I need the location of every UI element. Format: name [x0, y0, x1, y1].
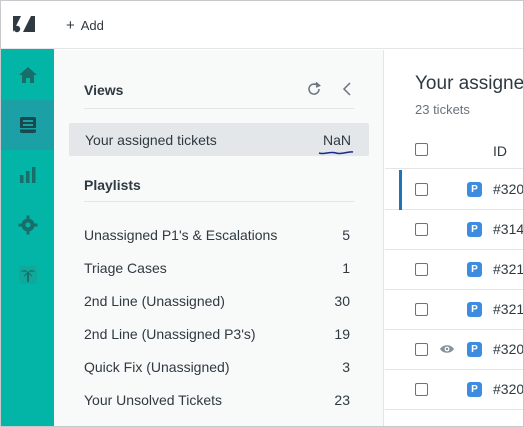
- ticket-id[interactable]: #320: [493, 341, 523, 357]
- table-row[interactable]: P #320: [385, 170, 523, 210]
- playlist-item[interactable]: Triage Cases 1: [84, 260, 350, 280]
- underline-annotation: [318, 151, 354, 155]
- priority-badge: P: [467, 182, 482, 197]
- priority-badge: P: [467, 342, 482, 357]
- playlist-item-label: 2nd Line (Unassigned): [84, 293, 225, 309]
- playlists-title: Playlists: [84, 177, 141, 193]
- chevron-left-icon[interactable]: [341, 81, 353, 97]
- rail-views-button[interactable]: [1, 100, 54, 150]
- eye-icon: [440, 345, 454, 353]
- divider: [84, 108, 354, 109]
- ticket-id[interactable]: #321: [493, 261, 523, 277]
- admin-icon: [18, 215, 37, 235]
- row-checkbox[interactable]: [415, 383, 428, 396]
- top-bar: + Add: [54, 1, 523, 49]
- playlist-item[interactable]: 2nd Line (Unassigned P3's) 19: [84, 326, 350, 346]
- select-all-checkbox[interactable]: [415, 143, 428, 156]
- row-checkbox[interactable]: [415, 263, 428, 276]
- home-icon: [18, 67, 37, 83]
- playlist-item-count: 3: [342, 359, 350, 375]
- row-focus-indicator: [399, 170, 402, 210]
- views-icon: [19, 117, 36, 133]
- ticket-id[interactable]: #320: [493, 381, 523, 397]
- rail-app-button[interactable]: [1, 250, 54, 300]
- playlist-item[interactable]: Your Unsolved Tickets 23: [84, 392, 350, 412]
- divider: [84, 201, 354, 202]
- views-title: Views: [84, 82, 124, 98]
- playlist-item-label: Unassigned P1's & Escalations: [84, 227, 278, 243]
- logo-area: [1, 1, 54, 49]
- palm-tree-icon: [18, 266, 37, 284]
- playlist-item-label: Triage Cases: [84, 260, 167, 276]
- add-button[interactable]: + Add: [66, 15, 104, 35]
- row-checkbox[interactable]: [415, 343, 428, 356]
- priority-badge: P: [467, 262, 482, 277]
- playlist-item-label: Quick Fix (Unassigned): [84, 359, 230, 375]
- rail-admin-button[interactable]: [1, 200, 54, 250]
- priority-badge: P: [467, 382, 482, 397]
- table-header: ID: [385, 135, 523, 169]
- view-item-your-assigned-tickets[interactable]: Your assigned tickets NaN: [69, 123, 369, 156]
- rail-home-button[interactable]: [1, 50, 54, 100]
- playlist-item[interactable]: Quick Fix (Unassigned) 3: [84, 359, 350, 379]
- page-title: Your assigned tickets: [415, 73, 524, 94]
- row-checkbox[interactable]: [415, 223, 428, 236]
- plus-icon: +: [66, 16, 75, 34]
- views-panel: Views Your assigned tickets NaN Playlist…: [54, 50, 384, 426]
- playlist-item-count: 1: [342, 260, 350, 276]
- ticket-count: 23 tickets: [415, 102, 470, 117]
- priority-badge: P: [467, 222, 482, 237]
- column-header-id[interactable]: ID: [493, 143, 507, 159]
- ticket-id[interactable]: #314: [493, 221, 523, 237]
- playlist-item-label: 2nd Line (Unassigned P3's): [84, 326, 256, 342]
- app-window: + Add Views Your assigned tickets NaN Pl…: [0, 0, 524, 427]
- playlist-item[interactable]: 2nd Line (Unassigned) 30: [84, 293, 350, 313]
- table-row[interactable]: P #314: [385, 210, 523, 250]
- playlist-item-count: 19: [334, 326, 350, 342]
- priority-badge: P: [467, 302, 482, 317]
- rail-reporting-button[interactable]: [1, 150, 54, 200]
- playlist-item[interactable]: Unassigned P1's & Escalations 5: [84, 227, 350, 247]
- table-row[interactable]: P #320: [385, 330, 523, 370]
- row-checkbox[interactable]: [415, 303, 428, 316]
- refresh-icon[interactable]: [306, 81, 322, 97]
- ticket-id[interactable]: #320: [493, 181, 523, 197]
- table-row[interactable]: P #320: [385, 370, 523, 410]
- playlist-item-label: Your Unsolved Tickets: [84, 392, 222, 408]
- playlist-item-count: 5: [342, 227, 350, 243]
- row-checkbox[interactable]: [415, 183, 428, 196]
- table-row[interactable]: P #321: [385, 250, 523, 290]
- left-rail: [1, 1, 54, 426]
- ticket-id[interactable]: #321: [493, 301, 523, 317]
- brand-logo-icon[interactable]: [11, 12, 37, 36]
- reporting-icon: [19, 167, 35, 183]
- playlist-item-count: 23: [334, 392, 350, 408]
- table-row[interactable]: P #321: [385, 290, 523, 330]
- view-item-label: Your assigned tickets: [85, 132, 217, 148]
- add-button-label: Add: [80, 17, 104, 33]
- tickets-panel: Your assigned tickets 23 tickets ID P #3…: [385, 50, 524, 426]
- playlist-item-count: 30: [334, 293, 350, 309]
- view-item-count: NaN: [322, 132, 351, 148]
